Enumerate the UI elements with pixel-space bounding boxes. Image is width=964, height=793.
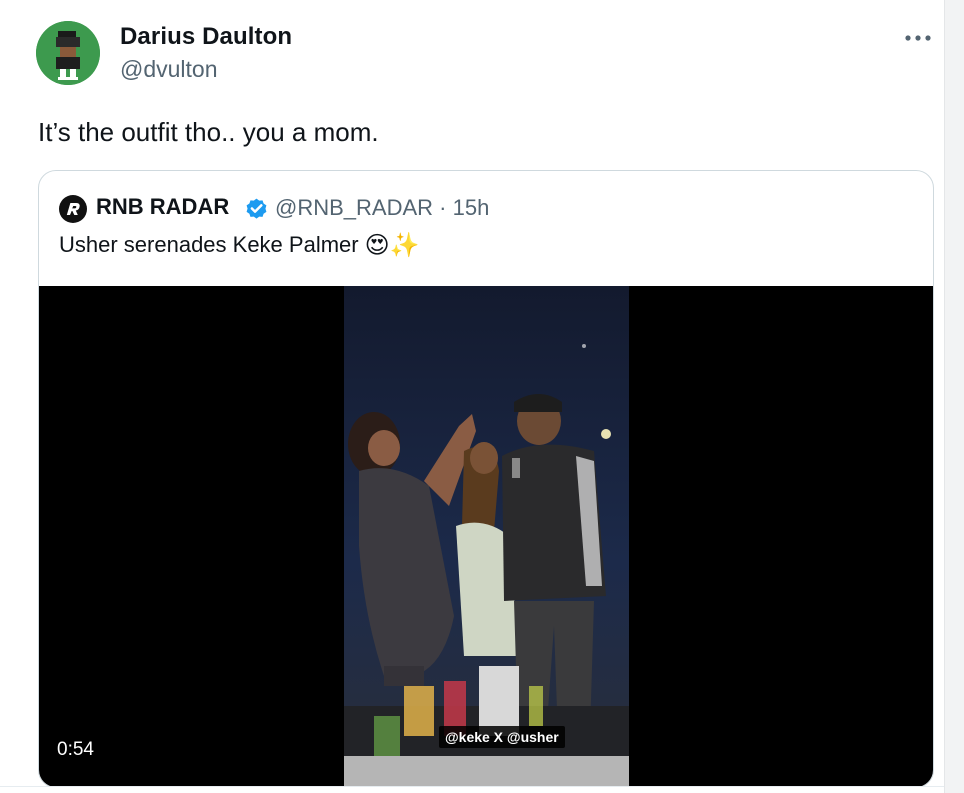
- bottom-divider: [0, 786, 944, 793]
- video-duration: 0:54: [57, 739, 94, 760]
- verified-badge-icon: [246, 198, 267, 219]
- quoted-tweet-card[interactable]: RNB RADAR @RNB_RADAR · 15h Usher serenad…: [38, 170, 934, 788]
- quoted-author-avatar[interactable]: [59, 195, 87, 223]
- quoted-tweet-text-body: Usher serenades Keke Palmer: [59, 232, 359, 257]
- avatar-image: [36, 21, 100, 85]
- video-thumbnail-image: [344, 286, 629, 787]
- scrollbar-track[interactable]: [944, 0, 964, 793]
- tweet-page: Darius Daulton @dvulton It’s the outfit …: [0, 0, 964, 793]
- quoted-author-handle[interactable]: @RNB_RADAR: [275, 195, 433, 220]
- ellipsis-icon: [905, 35, 931, 41]
- meta-separator: ·: [439, 195, 447, 220]
- more-options-button[interactable]: [898, 24, 938, 52]
- quoted-post-time[interactable]: 15h: [453, 195, 490, 220]
- video-player[interactable]: @keke X @usher 0:54: [39, 286, 933, 787]
- video-caption: @keke X @usher: [439, 726, 565, 748]
- avatar[interactable]: [36, 21, 100, 85]
- tweet-text: It’s the outfit tho.. you a mom.: [38, 117, 379, 147]
- author-handle[interactable]: @dvulton: [120, 56, 218, 83]
- author-name[interactable]: Darius Daulton: [120, 23, 292, 51]
- quoted-author-meta[interactable]: @RNB_RADAR · 15h: [275, 195, 489, 221]
- heart-eyes-sparkles-emoji: 😍✨: [364, 231, 420, 259]
- quoted-tweet-text: Usher serenades Keke Palmer 😍✨: [59, 231, 420, 259]
- rnb-radar-logo-icon: [66, 203, 80, 215]
- video-frame: @keke X @usher: [344, 286, 629, 787]
- quoted-author-name[interactable]: RNB RADAR: [96, 194, 229, 220]
